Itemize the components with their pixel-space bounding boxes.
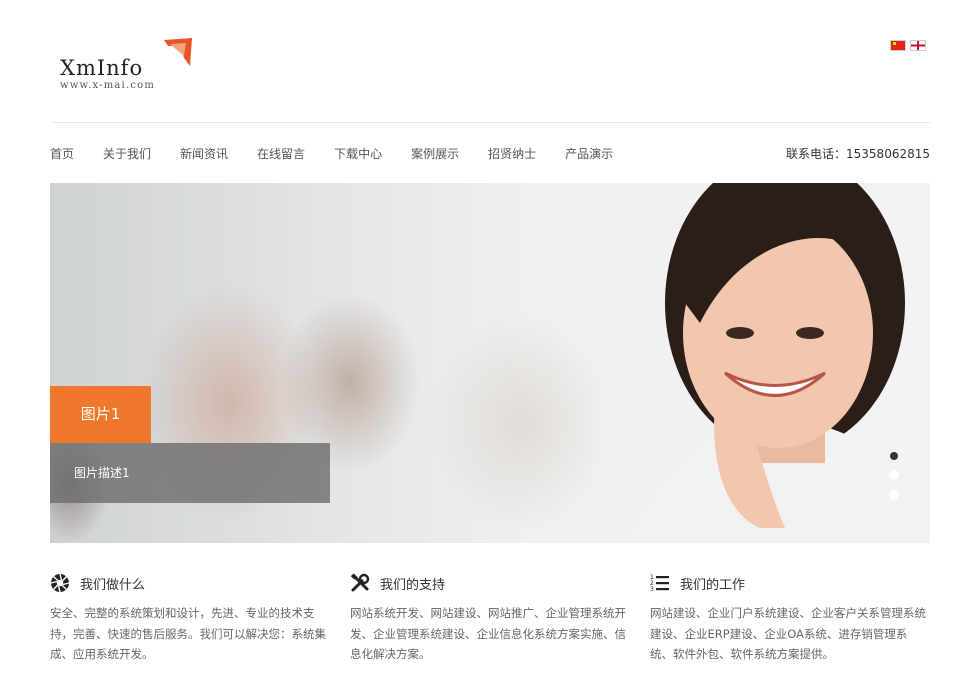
slider-dot-1[interactable] [890,452,898,460]
hero-slider[interactable]: 图片1 图片描述1 [50,183,930,543]
contact-phone: 联系电话：15358062815 [786,147,930,161]
slider-pagination [889,452,899,500]
logo-mark-icon [164,38,192,66]
logo-url: www.x-mai.com [60,80,156,91]
feature-what-we-do: 我们做什么 安全、完整的系统策划和设计，先进、专业的技术支持，完善、快速的售后服… [50,573,330,665]
site-logo[interactable]: XmInfo www.x-mai.com [58,36,198,96]
nav-item-cases[interactable]: 案例展示 [411,145,459,162]
nav-item-home[interactable]: 首页 [50,145,74,162]
slide-caption-description: 图片描述1 [50,443,330,503]
slider-dot-3[interactable] [889,490,899,500]
uk-flag-icon[interactable] [910,40,926,51]
slide-caption-title[interactable]: 图片1 [50,386,151,443]
nav-item-demo[interactable]: 产品演示 [565,145,613,162]
nav-item-about[interactable]: 关于我们 [103,145,151,162]
feature-title: 我们做什么 [80,577,146,593]
tools-icon [350,573,370,592]
numbered-list-icon: 1 2 3 [650,574,669,593]
main-nav: 首页 关于我们 新闻资讯 在线留言 下载中心 案例展示 招贤纳士 产品演示 [50,145,642,162]
logo-wordmark: XmInfo [60,56,144,80]
nav-item-news[interactable]: 新闻资讯 [180,145,228,162]
slide-photo [630,183,930,543]
china-flag-icon[interactable] [890,40,906,51]
feature-text: 网站系统开发、网站建设、网站推广、企业管理系统开发、企业管理系统建设、企业信息化… [350,606,626,661]
feature-columns: 我们做什么 安全、完整的系统策划和设计，先进、专业的技术支持，完善、快速的售后服… [50,573,930,665]
nav-item-download[interactable]: 下载中心 [334,145,382,162]
feature-our-support: 我们的支持 网站系统开发、网站建设、网站推广、企业管理系统开发、企业管理系统建设… [350,573,630,665]
header-divider [50,122,930,123]
svg-text:3: 3 [650,586,654,593]
feature-text: 安全、完整的系统策划和设计，先进、专业的技术支持，完善、快速的售后服务。我们可以… [50,606,326,661]
language-switcher [890,40,926,51]
nav-item-jobs[interactable]: 招贤纳士 [488,145,536,162]
nav-item-message[interactable]: 在线留言 [257,145,305,162]
feature-title: 我们的支持 [380,577,446,593]
feature-our-work: 1 2 3 我们的工作 网站建设、企业门户系统建设、企业客户关系管理系统建设、企… [650,573,930,665]
aperture-icon [50,573,70,593]
feature-text: 网站建设、企业门户系统建设、企业客户关系管理系统建设、企业ERP建设、企业OA系… [650,606,926,661]
slider-dot-2[interactable] [889,470,899,480]
feature-title: 我们的工作 [680,577,746,593]
